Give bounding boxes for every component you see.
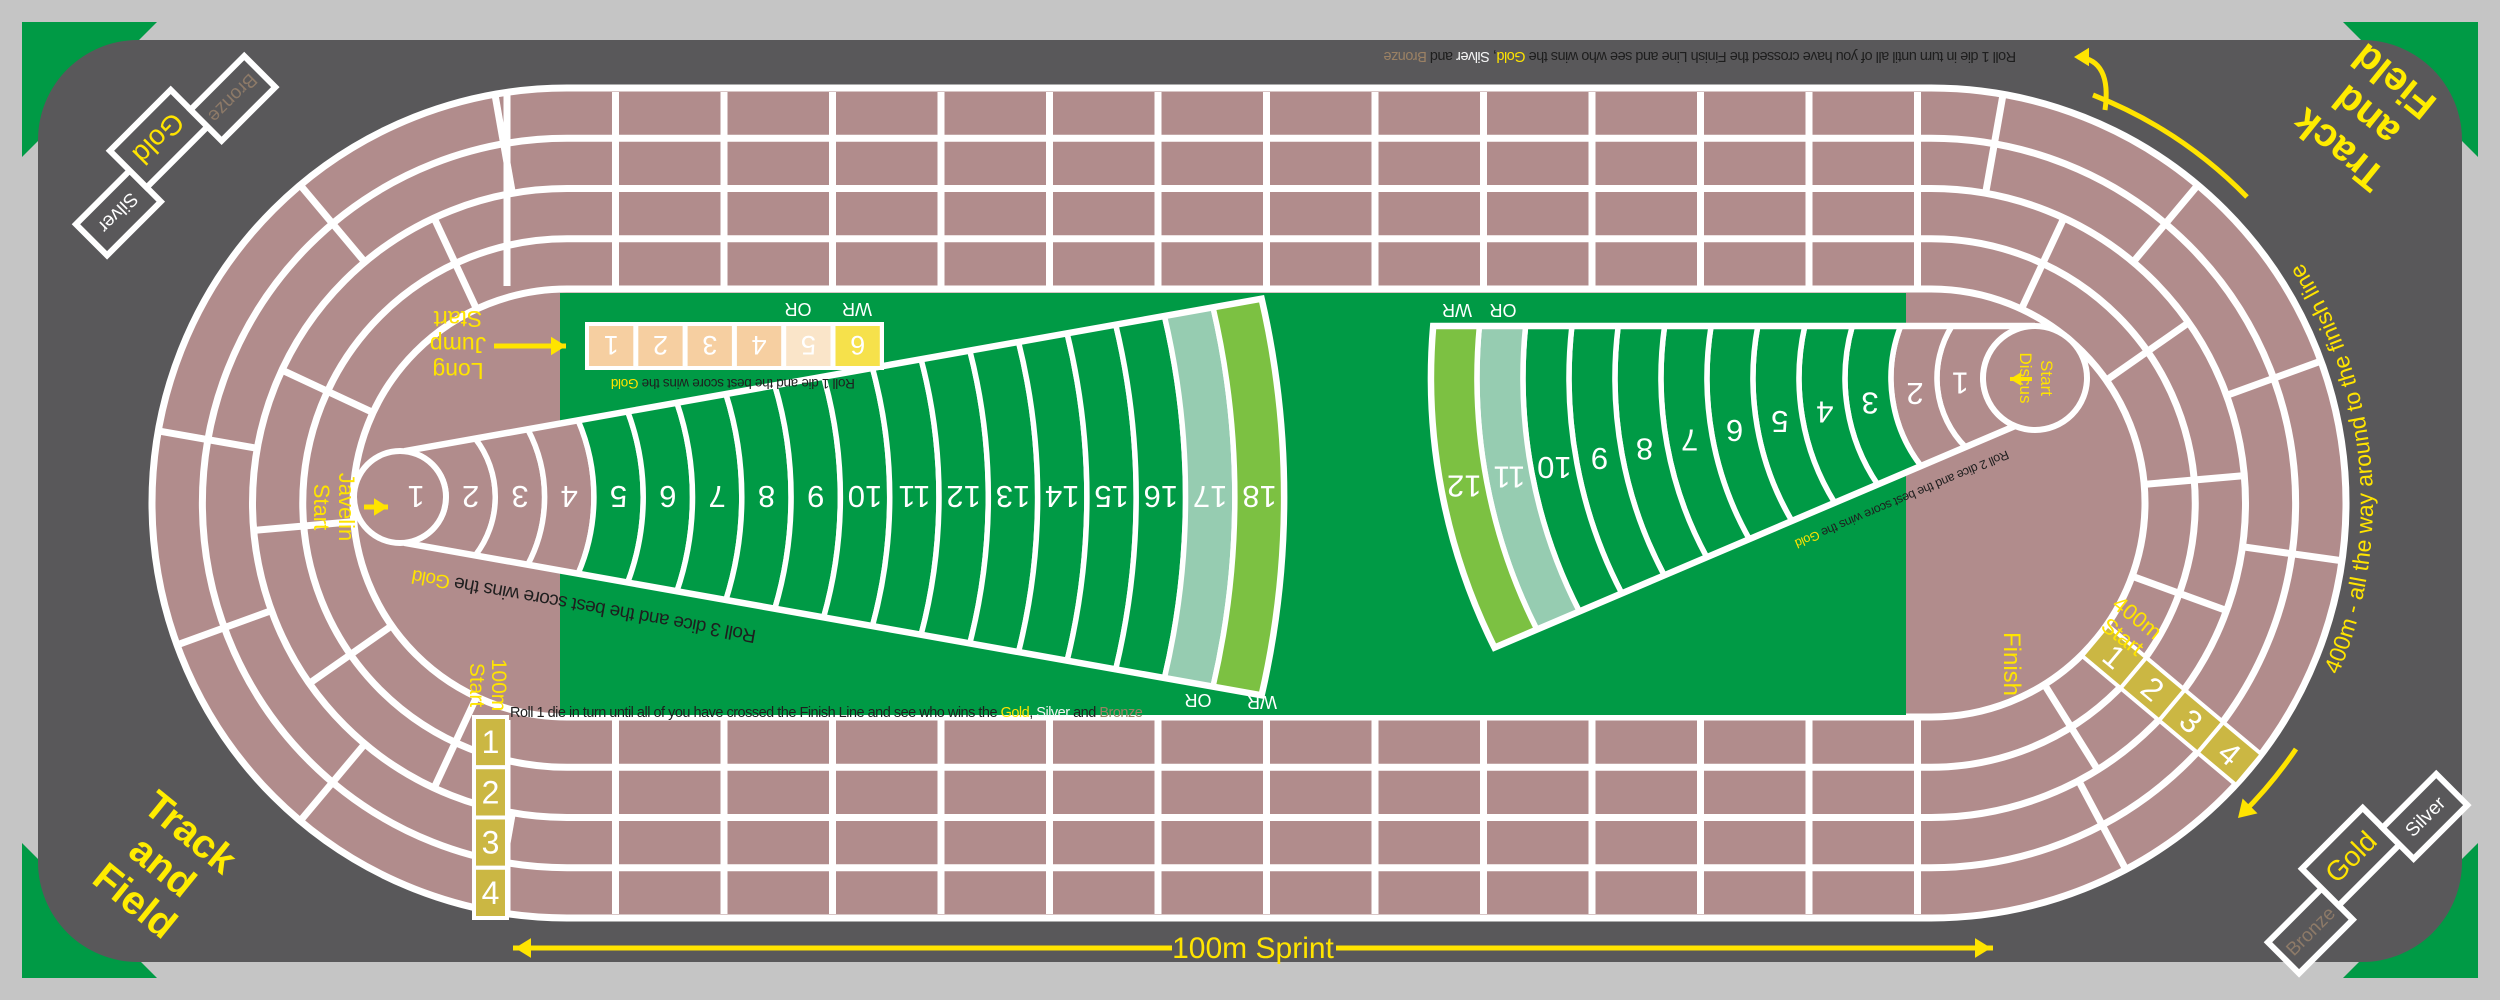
javelin-fan-space-number: 6 (659, 479, 676, 514)
discus-fan-space-number: 4 (1816, 395, 1833, 430)
discus-fan-space-number: 11 (1493, 459, 1525, 494)
discus-fan-space-number: 12 (1447, 468, 1481, 503)
long-jump-space-number: 6 (850, 330, 865, 360)
javelin-fan-space-number: 3 (511, 479, 528, 514)
long-jump-caption: Roll 1 die and the best score wins the G… (611, 376, 855, 391)
javelin-fan-space-number: 14 (1045, 479, 1079, 514)
start-100m-label: Start (465, 663, 488, 708)
track-and-field-game-board: 1234567891011121314151617181234567891011… (0, 0, 2500, 1000)
javelin-start-label: Start (309, 484, 334, 530)
start-band-100m: 1 2 3 4 (474, 717, 507, 918)
start-cell-100m-number: 3 (482, 825, 500, 861)
javelin-fan-space-number: 12 (946, 479, 980, 514)
discus-fan-space-number: 1 (1952, 365, 1969, 400)
discus-fan-space-number: 10 (1537, 450, 1571, 485)
javelin-fan-apex-circle (354, 451, 446, 543)
instruction-text-bottom: Roll 1 die in turn until all of you have… (510, 705, 1143, 721)
discus-fan-space-number: 8 (1636, 432, 1653, 467)
discus-start-label: Start (2037, 360, 2056, 396)
start-cell-100m-number: 4 (482, 875, 500, 911)
discus-fan-space-number: 3 (1861, 385, 1878, 420)
long-jump-strip: 1 2 3 4 5 6 (585, 322, 884, 370)
javelin-fan-space-number: 11 (898, 479, 930, 514)
javelin-fan-space-number: 8 (758, 479, 775, 514)
javelin-fan-space-number: 7 (709, 479, 726, 514)
sprint-distance-label: 100m Sprint (1172, 932, 1334, 965)
discus-fan-space-number: 7 (1681, 422, 1698, 457)
discus-fan-space-number: 6 (1726, 413, 1743, 448)
javelin-fan-space-number: 9 (807, 479, 824, 514)
javelin-fan-space-number: 1 (407, 479, 424, 514)
javelin-fan-space-number: 18 (1242, 479, 1276, 514)
javelin-world-record-label: WR (1247, 692, 1277, 712)
javelin-fan-space-number: 13 (996, 479, 1030, 514)
discus-fan-space-number: 2 (1906, 376, 1923, 411)
javelin-fan-space-number: 17 (1193, 479, 1227, 514)
discus-fan-space-number: 5 (1771, 404, 1788, 439)
javelin-olympic-record-label: OR (1184, 690, 1211, 710)
long-jump-world-record-label: WR (842, 299, 872, 319)
start-100m-label: 100m (487, 659, 510, 712)
discus-world-record-label: WR (1442, 300, 1472, 320)
discus-olympic-record-label: OR (1489, 300, 1516, 320)
javelin-fan-space-number: 2 (462, 479, 479, 514)
start-cell-100m-number: 1 (482, 724, 500, 760)
javelin-fan-space-number: 16 (1144, 479, 1178, 514)
javelin-fan-space-number: 10 (848, 479, 882, 514)
long-jump-space-number: 3 (702, 330, 717, 360)
long-jump-space-number: 4 (752, 330, 767, 360)
start-cell-100m-number: 2 (482, 774, 500, 810)
long-jump-space-number: 5 (801, 330, 816, 360)
discus-fan-space-number: 9 (1591, 441, 1608, 476)
discus-start-label: Discus (2016, 352, 2035, 403)
long-jump-start-label: LongJumpStart (430, 306, 486, 384)
instruction-text-top: Roll 1 die in turn until all of you have… (1383, 48, 2016, 64)
long-jump-olympic-record-label: OR (784, 299, 811, 319)
javelin-fan-space-number: 15 (1094, 479, 1128, 514)
long-jump-space-number: 2 (653, 330, 668, 360)
finish-label: Finish (1998, 632, 2025, 696)
long-jump-space-number: 1 (604, 330, 619, 360)
javelin-start-label: Javelin (334, 473, 359, 541)
javelin-fan-space-number: 5 (610, 479, 627, 514)
javelin-fan-space-number: 4 (561, 479, 578, 514)
